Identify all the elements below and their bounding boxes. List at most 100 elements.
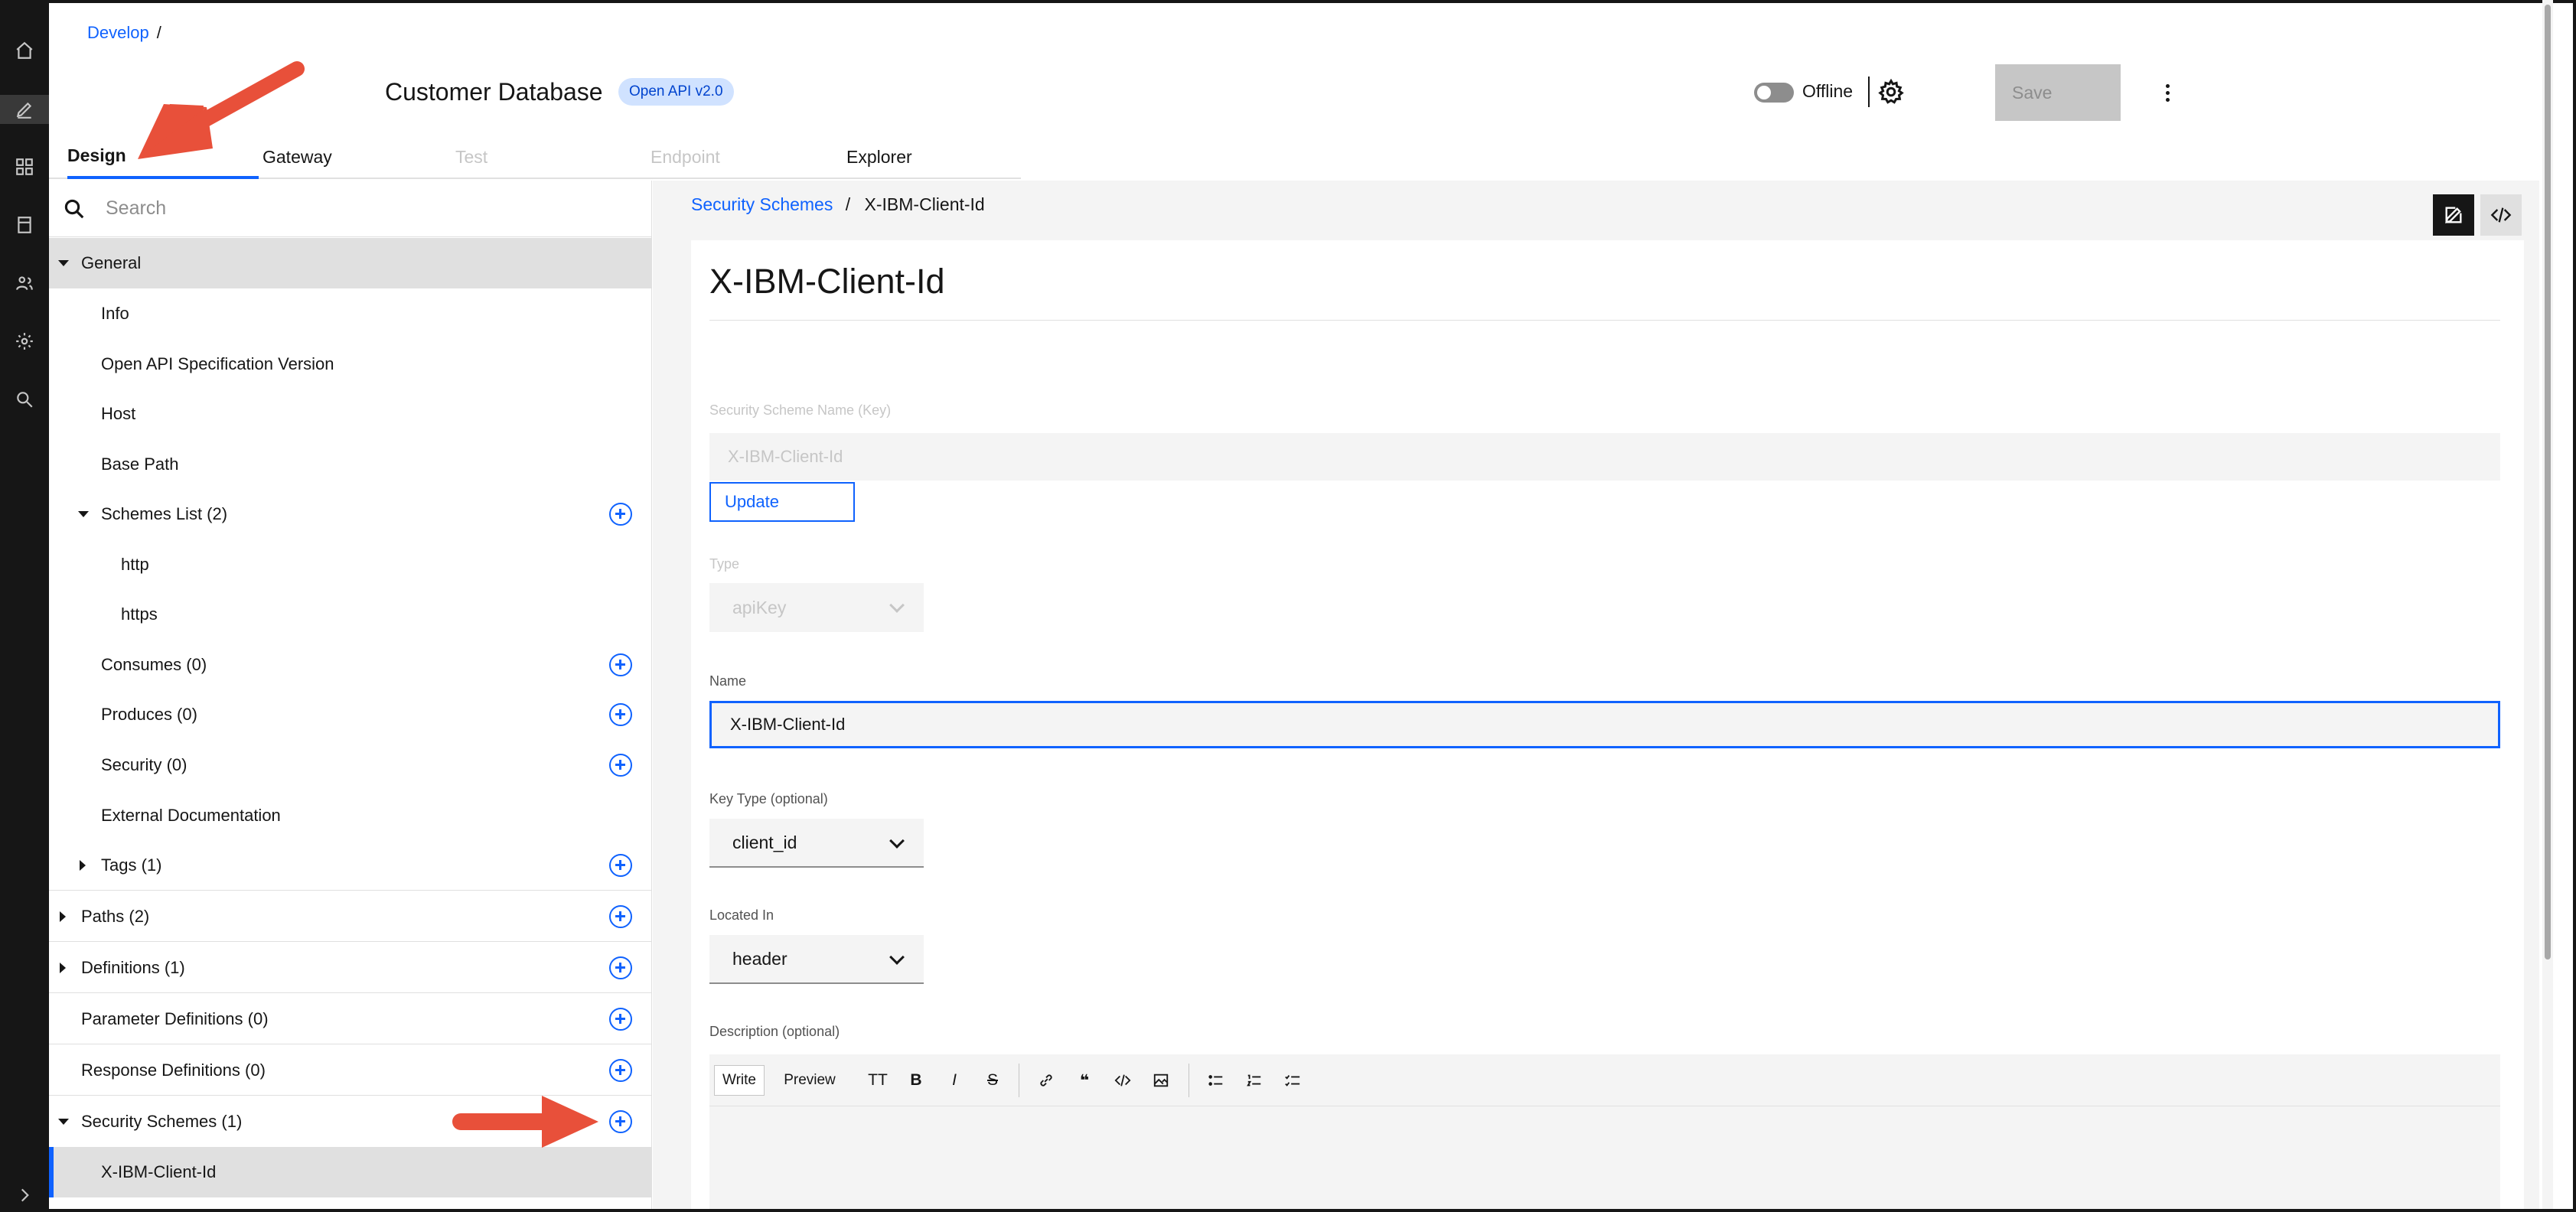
- sidebar-item-openapi-version[interactable]: Open API Specification Version: [49, 339, 651, 389]
- chevron-down-icon: [889, 598, 905, 613]
- sidebar-item-produces[interactable]: Produces (0): [49, 689, 651, 740]
- sidebar-item-schemes-list[interactable]: Schemes List (2): [49, 489, 651, 539]
- sidebar-item-base-path[interactable]: Base Path: [49, 439, 651, 490]
- sidebar-item-label: X-IBM-Client-Id: [101, 1162, 217, 1181]
- overflow-menu-icon[interactable]: [2158, 80, 2177, 106]
- apps-icon[interactable]: [11, 153, 38, 181]
- settings-icon[interactable]: [11, 327, 38, 355]
- chevron-down-icon: [889, 833, 905, 849]
- located-in-select[interactable]: header: [709, 935, 924, 984]
- sidebar-item-label: External Documentation: [101, 806, 281, 825]
- image-icon[interactable]: [1146, 1065, 1176, 1096]
- search-icon[interactable]: [11, 386, 38, 413]
- sidebar-item-external-docs[interactable]: External Documentation: [49, 790, 651, 841]
- add-scheme-icon[interactable]: [609, 503, 632, 526]
- chevron-down-icon: [889, 950, 905, 965]
- online-toggle[interactable]: [1754, 83, 1794, 103]
- security-scheme-form: X-IBM-Client-Id Security Scheme Name (Ke…: [691, 240, 2524, 1209]
- sidebar-item-x-ibm-client-id[interactable]: X-IBM-Client-Id: [49, 1147, 651, 1197]
- breadcrumb-separator: /: [845, 194, 851, 214]
- sidebar-item-tags[interactable]: Tags (1): [49, 840, 651, 891]
- link-icon[interactable]: [1031, 1065, 1061, 1096]
- name-field[interactable]: X-IBM-Client-Id: [709, 701, 2500, 748]
- italic-button[interactable]: I: [939, 1065, 970, 1096]
- sidebar-search[interactable]: Search: [49, 181, 651, 237]
- add-security-icon[interactable]: [609, 754, 632, 777]
- sidebar-item-label: Produces (0): [101, 705, 197, 724]
- key-type-label: Key Type (optional): [709, 791, 828, 806]
- sidebar-item-parameter-definitions[interactable]: Parameter Definitions (0): [49, 994, 651, 1044]
- source-code-icon[interactable]: [2480, 194, 2522, 236]
- sidebar-item-response-definitions[interactable]: Response Definitions (0): [49, 1045, 651, 1096]
- heading-button[interactable]: TT: [862, 1065, 893, 1096]
- main-breadcrumb: Security Schemes / X-IBM-Client-Id: [691, 194, 985, 215]
- caret-down-icon: [58, 1119, 69, 1125]
- sidebar-item-label: Paths (2): [81, 906, 150, 926]
- add-parameter-definition-icon[interactable]: [609, 1008, 632, 1031]
- sidebar-item-general[interactable]: General: [49, 238, 651, 288]
- expand-chevron-icon[interactable]: [11, 1183, 38, 1207]
- catalog-icon[interactable]: [11, 211, 38, 239]
- description-editor[interactable]: Write Preview TT B I S ❝: [709, 1054, 2500, 1209]
- sidebar-item-http[interactable]: http: [49, 539, 651, 590]
- type-select: apiKey: [709, 583, 924, 632]
- add-consumes-icon[interactable]: [609, 653, 632, 676]
- caret-down-icon: [78, 511, 89, 517]
- name-label: Name: [709, 673, 747, 689]
- tab-endpoint-label: Endpoint: [651, 146, 720, 167]
- sidebar-item-info[interactable]: Info: [49, 288, 651, 339]
- add-produces-icon[interactable]: [609, 703, 632, 726]
- type-label: Type: [709, 556, 740, 572]
- add-path-icon[interactable]: [609, 905, 632, 928]
- search-input[interactable]: Search: [106, 197, 166, 220]
- sidebar-item-label: Response Definitions (0): [81, 1060, 266, 1080]
- sidebar-item-host[interactable]: Host: [49, 389, 651, 439]
- tab-explorer-label: Explorer: [846, 146, 912, 167]
- located-in-value: header: [732, 948, 787, 969]
- develop-icon[interactable]: [0, 95, 49, 124]
- numbered-list-icon[interactable]: [1239, 1065, 1270, 1096]
- sidebar-item-label: Base Path: [101, 454, 179, 474]
- update-button[interactable]: Update: [709, 482, 855, 522]
- task-list-icon[interactable]: [1277, 1065, 1308, 1096]
- save-button[interactable]: Save: [1995, 64, 2121, 121]
- gear-icon[interactable]: [1877, 78, 1905, 106]
- key-type-select[interactable]: client_id: [709, 819, 924, 868]
- breadcrumb-current: X-IBM-Client-Id: [864, 194, 985, 214]
- tab-explorer[interactable]: Explorer: [846, 135, 912, 179]
- add-tag-icon[interactable]: [609, 854, 632, 877]
- write-tab[interactable]: Write: [714, 1065, 765, 1096]
- sidebar-item-label: Security Schemes (1): [81, 1112, 243, 1131]
- bold-button[interactable]: B: [901, 1065, 931, 1096]
- quote-icon[interactable]: ❝: [1069, 1065, 1100, 1096]
- caret-down-icon: [58, 260, 69, 266]
- scrollbar-thumb[interactable]: [2545, 5, 2551, 960]
- scrollbar-track[interactable]: [2542, 0, 2553, 1209]
- sidebar-item-security[interactable]: Security (0): [49, 740, 651, 790]
- edit-icon[interactable]: [2433, 194, 2474, 236]
- sidebar-item-label: https: [121, 604, 158, 624]
- sidebar-item-consumes[interactable]: Consumes (0): [49, 640, 651, 690]
- users-icon[interactable]: [11, 269, 38, 297]
- breadcrumb-develop-link[interactable]: Develop: [87, 23, 149, 42]
- sidebar-item-https[interactable]: https: [49, 589, 651, 640]
- add-response-definition-icon[interactable]: [609, 1059, 632, 1082]
- code-icon[interactable]: [1107, 1065, 1138, 1096]
- preview-tab[interactable]: Preview: [775, 1065, 844, 1096]
- home-icon[interactable]: [11, 37, 38, 64]
- annotation-arrow-design-tab: [138, 61, 305, 159]
- name-value: X-IBM-Client-Id: [730, 715, 846, 734]
- add-definition-icon[interactable]: [609, 956, 632, 979]
- side-nav-rail: [0, 0, 49, 1212]
- caret-right-icon: [60, 911, 66, 922]
- tab-test-label: Test: [455, 146, 488, 167]
- sidebar-item-paths[interactable]: Paths (2): [49, 891, 651, 942]
- sidebar-item-label: Open API Specification Version: [101, 354, 334, 373]
- add-security-scheme-icon[interactable]: [609, 1110, 632, 1133]
- sidebar-item-definitions[interactable]: Definitions (1): [49, 943, 651, 993]
- bulleted-list-icon[interactable]: [1201, 1065, 1231, 1096]
- breadcrumb-security-schemes-link[interactable]: Security Schemes: [691, 194, 833, 214]
- caret-right-icon: [80, 860, 86, 871]
- strikethrough-button[interactable]: S: [977, 1065, 1008, 1096]
- tab-endpoint: Endpoint: [651, 135, 720, 179]
